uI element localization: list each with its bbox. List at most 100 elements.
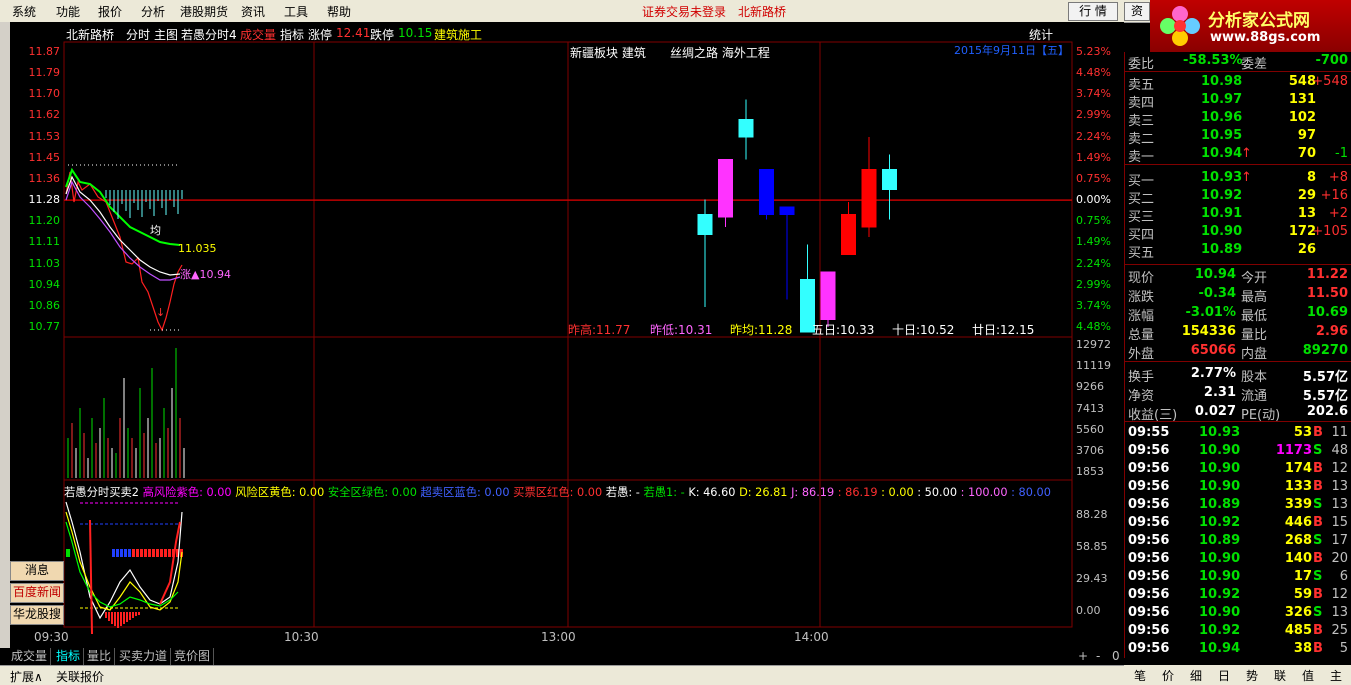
quote-row[interactable]: 涨幅 -3.01% 最低 10.69 [1125,304,1351,324]
right-tab[interactable]: 日 [1218,667,1230,684]
buy-level-row[interactable]: 买五 10.89 26 [1125,241,1351,261]
sell-level-row[interactable]: 卖一 10.94 70 -1 ↑ [1125,145,1351,165]
info-button[interactable]: 资 [1124,2,1150,21]
tick-count: 5 [1339,641,1348,656]
tick-row[interactable]: 09:56 10.90 174 B 12 [1125,460,1351,478]
menu-function[interactable]: 功能 [56,3,80,20]
quote-row[interactable]: 外盘 65066 内盘 89270 [1125,342,1351,362]
volume-tick: 9266 [1076,380,1104,394]
right-tab[interactable]: 细 [1190,667,1202,684]
buy-level-row[interactable]: 买二 10.92 29 +16 [1125,187,1351,207]
tick-side: S [1313,533,1323,548]
sell-price: 10.97 [1201,92,1243,107]
tick-row[interactable]: 09:56 10.94 38 B 5 [1125,640,1351,658]
zoom-out-button[interactable]: - [1093,648,1103,665]
wc-label: 委差 [1241,57,1268,72]
quote-row[interactable]: 换手 2.77% 股本 5.57亿 [1125,365,1351,385]
ind-d: 超卖区蓝色: 0.00 [420,486,510,499]
quote-row[interactable]: 净资 2.31 流通 5.57亿 [1125,384,1351,404]
price-tick: 11.53 [28,129,61,143]
right-tab[interactable]: 联 [1274,667,1286,684]
tick-row[interactable]: 09:56 10.90 140 B 20 [1125,550,1351,568]
news-button[interactable]: 消息 [10,561,64,581]
header-main[interactable]: 主图 [154,26,178,43]
header-indicator[interactable]: 指标 [280,26,304,43]
menu-hk-futures[interactable]: 港股期货 [180,3,228,20]
quote-row[interactable]: 涨跌 -0.34 最高 11.50 [1125,285,1351,305]
sell-level-row[interactable]: 卖四 10.97 131 [1125,91,1351,111]
tick-row[interactable]: 09:56 10.92 446 B 15 [1125,514,1351,532]
reset-button[interactable]: 0 [1109,648,1123,665]
right-tab[interactable]: 价 [1162,667,1174,684]
header-mode[interactable]: 分时 [126,26,150,43]
right-tab[interactable]: 势 [1246,667,1258,684]
tick-row[interactable]: 09:56 10.89 339 S 13 [1125,496,1351,514]
right-tab[interactable]: 笔 [1134,667,1146,684]
linked-quote-button[interactable]: 关联报价 [56,668,104,685]
menu-news[interactable]: 资讯 [241,3,265,20]
tab-auction[interactable]: 竞价图 [171,648,215,665]
menu-help[interactable]: 帮助 [327,3,351,20]
tab-buysell-power[interactable]: 买卖力道 [116,648,172,665]
hualong-search-button[interactable]: 华龙股搜 [10,605,64,625]
quote-row[interactable]: 收益(三) 0.027 PE(动) 202.6 [1125,403,1351,423]
buy-level-row[interactable]: 买三 10.91 13 +2 [1125,205,1351,225]
pct-tick: 2.99% [1076,108,1111,122]
menu-analysis[interactable]: 分析 [141,3,165,20]
chart-canvas[interactable] [10,22,1124,648]
login-status[interactable]: 证券交易未登录 [642,3,726,20]
white-line [65,175,181,276]
expand-button[interactable]: 扩展∧ [10,668,43,685]
sell-level-row[interactable]: 卖二 10.95 97 [1125,127,1351,147]
volume-tick: 11119 [1076,359,1111,373]
signal-block [120,549,123,557]
tick-row[interactable]: 09:56 10.90 326 S 13 [1125,604,1351,622]
right-tab[interactable]: 值 [1302,667,1314,684]
tab-volume-ratio[interactable]: 量比 [84,648,116,665]
ind-name[interactable]: 若愚分时买卖2 [64,486,139,499]
tick-row[interactable]: 09:56 10.90 1173 S 48 [1125,442,1351,460]
right-tab[interactable]: 主 [1330,667,1342,684]
header-formula[interactable]: 若愚分时4 [181,26,237,43]
tick-row[interactable]: 09:56 10.89 268 S 17 [1125,532,1351,550]
tab-indicator[interactable]: 指标 [53,648,85,665]
tick-volume: 1173 [1275,443,1312,458]
buy-level-row[interactable]: 买一 10.93 8 +8 ↑ [1125,169,1351,189]
tick-row[interactable]: 09:56 10.90 17 S 6 [1125,568,1351,586]
price-tick: 11.87 [28,45,61,58]
price-tick: 11.03 [28,256,61,270]
tick-row[interactable]: 09:56 10.90 133 B 13 [1125,478,1351,496]
tick-time: 09:56 [1128,551,1170,566]
chart-area[interactable]: 北新路桥 分时 主图 若愚分时4 成交量 指标 涨停 12.41 跌停 10.1… [10,22,1124,648]
tick-price: 10.89 [1199,533,1241,548]
menu-quote[interactable]: 报价 [98,3,122,20]
sell-level-row[interactable]: 卖五 10.98 548 +548 [1125,73,1351,93]
header-volume[interactable]: 成交量 [240,26,276,43]
quote-label: 内盘 [1241,347,1268,362]
date-label: 2015年9月11日【五】 [954,44,1069,57]
sector-label[interactable]: 建筑施工 [434,26,482,43]
wb-label: 委比 [1128,57,1155,72]
tick-price: 10.90 [1199,479,1241,494]
tick-row[interactable]: 09:56 10.92 59 B 12 [1125,586,1351,604]
sell-level-row[interactable]: 卖三 10.96 102 [1125,109,1351,129]
stats-label[interactable]: 统计 [1029,26,1053,43]
tick-time: 09:56 [1128,443,1170,458]
menu-tools[interactable]: 工具 [284,3,308,20]
tick-volume: 59 [1293,587,1312,602]
quote-button[interactable]: 行 情 [1068,2,1118,21]
tick-row[interactable]: 09:55 10.93 53 B 11 [1125,424,1351,442]
tab-volume[interactable]: 成交量 [8,648,52,665]
yesterday-low: 昨低:10.31 [650,323,713,337]
quote-row[interactable]: 现价 10.94 今开 11.22 [1125,266,1351,286]
baidu-news-button[interactable]: 百度新闻 [10,583,64,603]
price-tick: 11.36 [28,171,61,185]
menu-system[interactable]: 系统 [12,3,36,20]
buy-level-row[interactable]: 买四 10.90 172 +105 [1125,223,1351,243]
quote-value: 11.50 [1306,286,1348,301]
order-ratio-row[interactable]: 委比 -58.53% 委差 -700 [1125,52,1351,72]
tick-row[interactable]: 09:56 10.92 485 B 25 [1125,622,1351,640]
zoom-in-button[interactable]: + [1075,648,1091,665]
time-0930: 09:30 [34,630,69,644]
quote-row[interactable]: 总量 154336 量比 2.96 [1125,323,1351,343]
